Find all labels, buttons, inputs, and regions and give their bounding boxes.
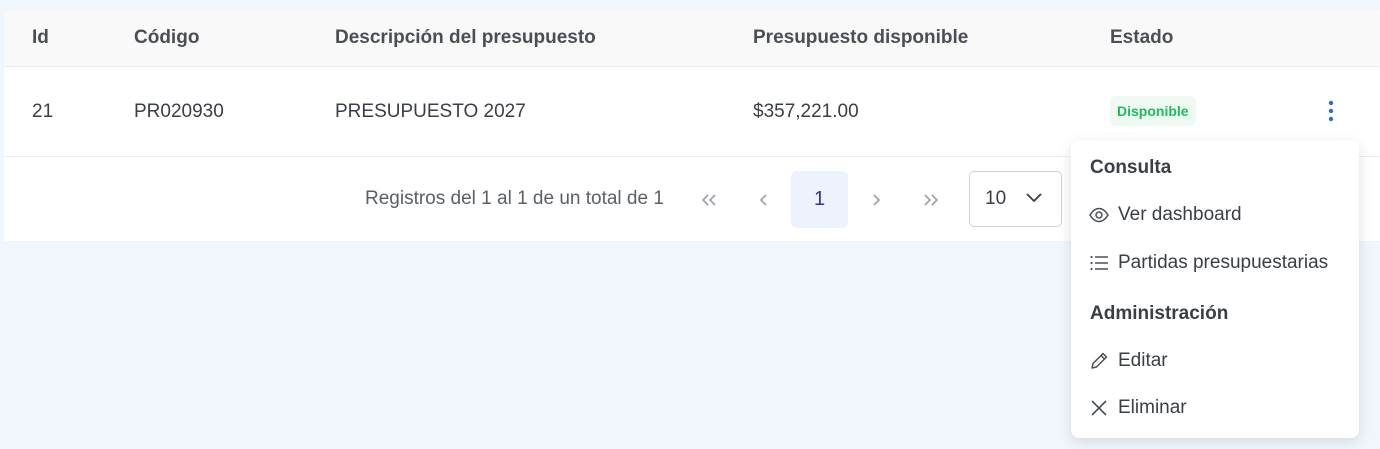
status-badge: Disponible (1110, 96, 1196, 126)
cell-id: 21 (32, 101, 54, 122)
page-button-current[interactable]: 1 (791, 171, 848, 228)
menu-item-label: Ver dashboard (1118, 204, 1242, 225)
menu-item-label: Partidas presupuestarias (1118, 252, 1329, 273)
x-icon (1088, 397, 1110, 419)
pencil-icon (1088, 350, 1110, 372)
pagination-info: Registros del 1 al 1 de un total de 1 (365, 188, 664, 209)
menu-section-consulta: Consulta (1090, 157, 1172, 178)
eye-icon (1088, 204, 1110, 226)
menu-item-editar[interactable]: Editar (1088, 347, 1353, 375)
double-chevron-right-icon (923, 193, 938, 206)
column-header-descripcion[interactable]: Descripción del presupuesto (335, 27, 596, 49)
menu-item-partidas[interactable]: Partidas presupuestarias (1088, 249, 1353, 277)
row-actions-menu: Consulta Ver dashboard Partidas presupue… (1071, 140, 1359, 438)
cell-descripcion: PRESUPUESTO 2027 (335, 101, 526, 122)
chevron-left-icon (759, 193, 767, 206)
column-header-presupuesto[interactable]: Presupuesto disponible (753, 27, 968, 49)
double-chevron-left-icon (701, 193, 716, 206)
menu-item-label: Eliminar (1118, 397, 1187, 418)
column-header-estado[interactable]: Estado (1110, 27, 1173, 49)
column-header-codigo[interactable]: Código (134, 27, 199, 49)
menu-item-eliminar[interactable]: Eliminar (1088, 394, 1353, 422)
cell-codigo: PR020930 (134, 101, 224, 122)
cell-presupuesto: $357,221.00 (753, 101, 859, 122)
column-header-id[interactable]: Id (32, 27, 49, 49)
table-header: Id Código Descripción del presupuesto Pr… (4, 10, 1380, 67)
first-page-button[interactable] (680, 171, 737, 228)
prev-page-button[interactable] (735, 171, 792, 228)
list-icon (1088, 252, 1110, 274)
page-size-value: 10 (985, 188, 1007, 209)
menu-item-label: Editar (1118, 350, 1168, 371)
chevron-down-icon (1026, 193, 1042, 203)
last-page-button[interactable] (902, 171, 959, 228)
chevron-right-icon (872, 193, 880, 206)
page-size-select[interactable]: 10 (969, 171, 1062, 227)
menu-section-administracion: Administración (1090, 303, 1229, 324)
kebab-vertical-icon[interactable] (1320, 99, 1342, 123)
menu-item-ver-dashboard[interactable]: Ver dashboard (1088, 201, 1353, 229)
next-page-button[interactable] (847, 171, 904, 228)
